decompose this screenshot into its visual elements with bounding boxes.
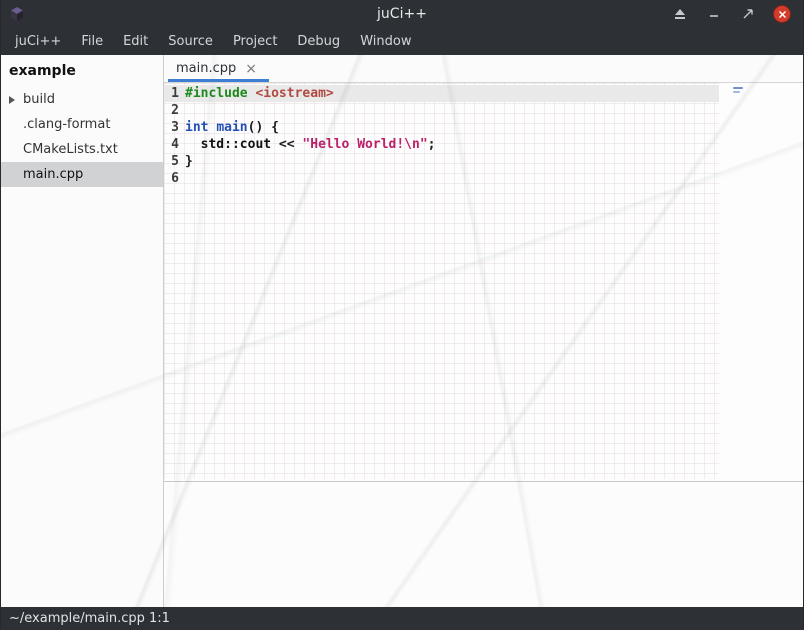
code-token: () { (248, 120, 279, 135)
scroll-mark (733, 87, 743, 89)
menubar: juCi++FileEditSourceProjectDebugWindow (1, 28, 803, 55)
window-controls (671, 5, 803, 23)
menu-item-project[interactable]: Project (223, 30, 287, 53)
code-token: "Hello World!\n" (302, 137, 427, 152)
restore-icon (742, 8, 754, 20)
tab-close-icon[interactable]: × (245, 62, 257, 76)
line-code: std::cout << "Hello World!\n"; (185, 136, 435, 153)
code-token: :: (224, 137, 240, 152)
line-number: 4 (164, 136, 179, 153)
line-number: 5 (164, 153, 179, 170)
line-code: int main() { (185, 119, 279, 136)
file-tree: build .clang-format CMakeLists.txt main.cpp (1, 87, 163, 187)
sidebar-item-clang-format[interactable]: .clang-format (1, 112, 163, 137)
menu-item-edit[interactable]: Edit (113, 30, 158, 53)
menu-item-source[interactable]: Source (158, 30, 223, 53)
sidebar-item-main-cpp[interactable]: main.cpp (1, 162, 163, 187)
code-token: std (201, 137, 224, 152)
tabbar: main.cpp × (164, 55, 803, 83)
expander-icon[interactable] (9, 96, 23, 104)
line-code: #include <iostream> (185, 85, 334, 102)
sidebar-item-cmakelists-txt[interactable]: CMakeLists.txt (1, 137, 163, 162)
sidebar-item-label: main.cpp (23, 167, 83, 182)
close-icon (778, 10, 787, 19)
line-number: 1 (164, 85, 179, 102)
app-logo-icon (9, 6, 25, 22)
output-panel (164, 482, 803, 607)
sidebar-item-build[interactable]: build (1, 87, 163, 112)
code-area[interactable]: 1#include <iostream>23int main() {4 std:… (164, 83, 719, 479)
line-code: } (185, 153, 193, 170)
minimize-icon (708, 8, 720, 20)
code-line: 2 (164, 102, 719, 119)
titlebar[interactable]: juCi++ (1, 0, 803, 28)
sidebar-item-label: build (23, 92, 55, 107)
menu-item-file[interactable]: File (71, 30, 113, 53)
line-number: 6 (164, 170, 179, 187)
code-token: <iostream> (255, 86, 333, 101)
code-line: 1 #include <iostream> (164, 85, 719, 102)
sidebar-item-label: .clang-format (23, 117, 110, 132)
tab-label: main.cpp (176, 61, 236, 76)
statusbar-file-position: ~/example/main.cpp 1:1 (9, 611, 170, 626)
statusbar: ~/example/main.cpp 1:1 (1, 607, 803, 630)
menu-item-window[interactable]: Window (350, 30, 421, 53)
jucipp-window: juCi++ (0, 0, 804, 630)
line-number: 3 (164, 119, 179, 136)
code-token (185, 137, 201, 152)
editor-column: main.cpp × 1 #include <iostream> 23 int main… (164, 55, 803, 607)
tab-main-cpp[interactable]: main.cpp × (168, 55, 269, 82)
minimize-button[interactable] (705, 5, 723, 23)
editor-pane[interactable]: 1#include <iostream>23int main() {4 std:… (164, 83, 803, 481)
scrollbar-overview (733, 87, 743, 95)
code-token: ; (428, 137, 436, 152)
project-name-header: example (1, 57, 163, 87)
code-line: 5} (164, 153, 719, 170)
code-token: cout (240, 137, 271, 152)
content-area: example build .clang-format CMakeLists.txt… (1, 55, 803, 607)
code-token: } (185, 154, 193, 169)
code-token: << (271, 137, 302, 152)
code-token: int (185, 120, 208, 135)
close-button[interactable] (773, 5, 791, 23)
code-line: 6 (164, 170, 719, 187)
menu-item-debug[interactable]: Debug (287, 30, 350, 53)
restore-button[interactable] (739, 5, 757, 23)
code-token: main (216, 120, 247, 135)
eject-icon (674, 8, 686, 20)
code-line: 4 std::cout << "Hello World!\n"; (164, 136, 719, 153)
scroll-mark (733, 91, 740, 93)
code-token: #include (185, 86, 248, 101)
menu-item-juci[interactable]: juCi++ (5, 30, 71, 53)
keep-above-button[interactable] (671, 5, 689, 23)
code-line: 3 int main() { (164, 119, 719, 136)
line-number: 2 (164, 102, 179, 119)
sidebar-item-label: CMakeLists.txt (23, 142, 118, 157)
file-browser-sidebar: example build .clang-format CMakeLists.txt… (1, 55, 164, 607)
